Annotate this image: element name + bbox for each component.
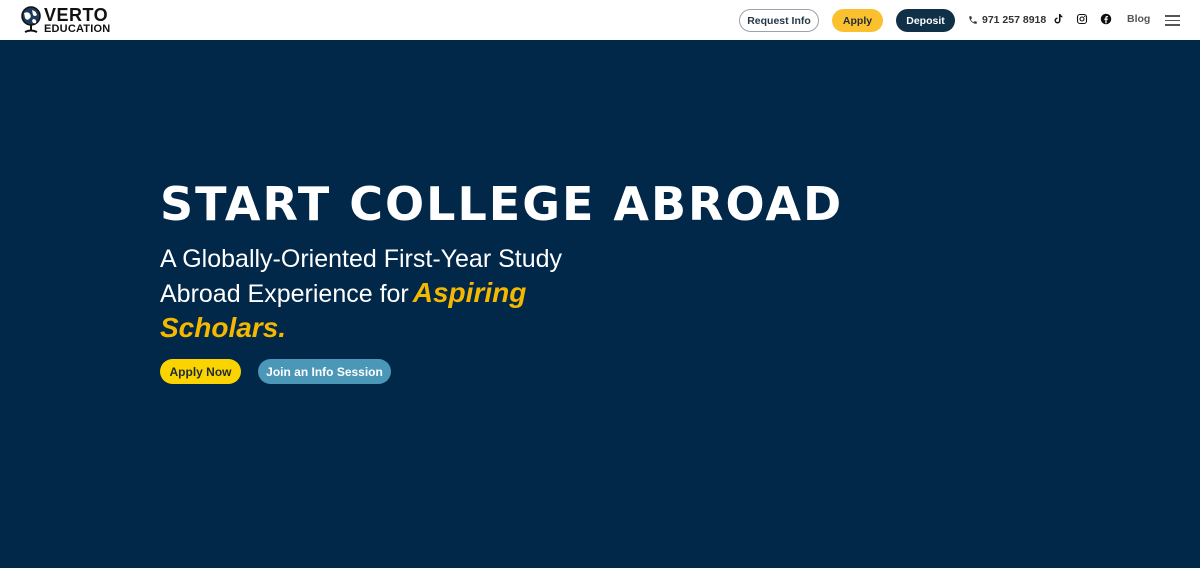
logo-bottom-text: EDUCATION bbox=[44, 22, 111, 35]
phone-number: 971 257 8918 bbox=[982, 14, 1047, 26]
hero-subtitle: A Globally-Oriented First-Year Study Abr… bbox=[160, 243, 580, 344]
hero-subtitle-line2: Abroad Experience for Aspiring bbox=[160, 276, 580, 311]
apply-now-button[interactable]: Apply Now bbox=[160, 359, 241, 384]
logo-top-text: VERTO bbox=[44, 4, 109, 25]
verto-education-logo[interactable]: VERTO EDUCATION bbox=[20, 4, 110, 36]
page-bottom-strip bbox=[0, 568, 1200, 587]
phone-link[interactable]: 971 257 8918 bbox=[968, 12, 1046, 28]
globe-icon bbox=[21, 6, 41, 33]
hero-subtitle-line1: A Globally-Oriented First-Year Study bbox=[160, 245, 563, 273]
phone-icon bbox=[969, 16, 977, 24]
hero-subtitle-line2-text: Abroad Experience for bbox=[160, 280, 409, 308]
request-info-button[interactable]: Request Info bbox=[739, 9, 819, 32]
deposit-button[interactable]: Deposit bbox=[896, 9, 955, 32]
site-header: VERTO EDUCATION Request Info Apply Depos… bbox=[0, 0, 1200, 40]
instagram-icon[interactable] bbox=[1076, 13, 1088, 25]
logo-text: VERTO EDUCATION bbox=[44, 6, 110, 35]
join-info-session-button[interactable]: Join an Info Session bbox=[258, 359, 391, 384]
hero-title: START COLLEGE ABROAD bbox=[160, 177, 844, 231]
tiktok-icon[interactable] bbox=[1052, 13, 1064, 25]
apply-button[interactable]: Apply bbox=[832, 9, 883, 32]
blog-link[interactable]: Blog bbox=[1127, 13, 1150, 25]
hero-subtitle-accent: Aspiring bbox=[412, 277, 527, 308]
hero-section: START COLLEGE ABROAD A Globally-Oriented… bbox=[0, 40, 1200, 568]
hero-subtitle-line3: Scholars. bbox=[160, 312, 287, 343]
hamburger-menu-icon[interactable] bbox=[1165, 14, 1180, 26]
facebook-icon[interactable] bbox=[1100, 13, 1112, 25]
